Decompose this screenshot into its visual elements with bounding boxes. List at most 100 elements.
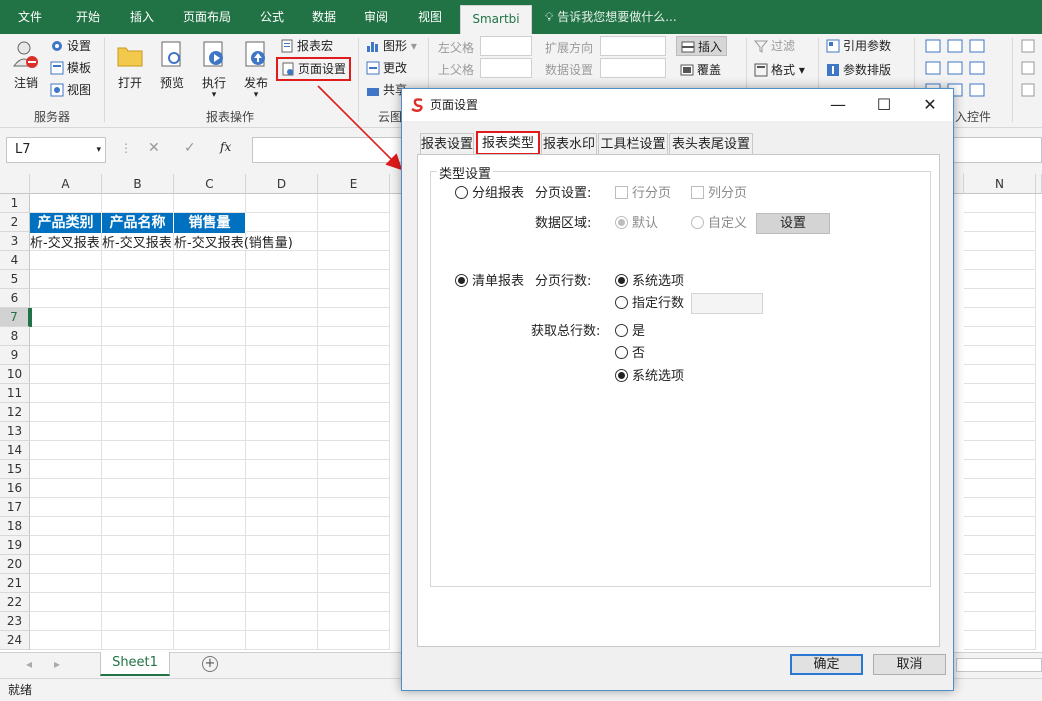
- grid-cell[interactable]: [246, 536, 318, 555]
- grid-cell[interactable]: [102, 327, 174, 346]
- row-header[interactable]: 16: [0, 479, 30, 498]
- grid-cell[interactable]: [174, 479, 246, 498]
- view-button[interactable]: 视图: [50, 80, 91, 100]
- tab-review[interactable]: 审阅: [350, 0, 402, 34]
- select-all-corner[interactable]: [0, 174, 30, 194]
- ok-button[interactable]: 确定: [790, 654, 863, 675]
- grid-cell[interactable]: [318, 460, 390, 479]
- tab-insert[interactable]: 插入: [116, 0, 168, 34]
- row-header[interactable]: 18: [0, 517, 30, 536]
- tab-header-footer[interactable]: 表头表尾设置: [669, 133, 753, 155]
- grid-cell[interactable]: [174, 327, 246, 346]
- grid-cell[interactable]: [30, 498, 102, 517]
- grid-cell[interactable]: [174, 631, 246, 650]
- grid-cell[interactable]: [30, 251, 102, 270]
- grid-cell[interactable]: [964, 327, 1036, 346]
- grid-cell[interactable]: [318, 327, 390, 346]
- grid-cell[interactable]: [964, 289, 1036, 308]
- grid-cell[interactable]: [102, 194, 174, 213]
- grid-cell[interactable]: [30, 593, 102, 612]
- tab-page-layout[interactable]: 页面布局: [168, 0, 246, 34]
- tab-data[interactable]: 数据: [298, 0, 350, 34]
- column-header[interactable]: B: [102, 174, 174, 194]
- grid-cell[interactable]: [102, 251, 174, 270]
- insert-function-icon[interactable]: fx: [220, 140, 231, 154]
- radio-group-report[interactable]: 分组报表: [455, 186, 524, 202]
- header-cell-sales[interactable]: 销售量: [174, 213, 246, 233]
- grid-cell[interactable]: [30, 631, 102, 650]
- grid-cell[interactable]: [964, 213, 1036, 232]
- grid-cell[interactable]: [246, 441, 318, 460]
- grid-cell[interactable]: [318, 346, 390, 365]
- grid-cell[interactable]: [246, 327, 318, 346]
- grid-cell[interactable]: [964, 232, 1036, 251]
- confirm-check-icon[interactable]: ✓: [184, 140, 196, 156]
- tab-file[interactable]: 文件: [0, 0, 60, 34]
- row-header[interactable]: 9: [0, 346, 30, 365]
- tell-me-search[interactable]: 💡︎ 告诉我您想要做什么...: [545, 0, 677, 34]
- grid-cell[interactable]: [30, 346, 102, 365]
- cancel-button[interactable]: 取消: [873, 654, 946, 675]
- row-header[interactable]: 8: [0, 327, 30, 346]
- grid-cell[interactable]: [964, 270, 1036, 289]
- grid-cell[interactable]: [174, 308, 246, 327]
- radio-list-report[interactable]: 清单报表: [455, 274, 524, 290]
- grid-cell[interactable]: [318, 479, 390, 498]
- grid-cell[interactable]: [30, 612, 102, 631]
- grid-cell[interactable]: [174, 460, 246, 479]
- column-header[interactable]: A: [30, 174, 102, 194]
- sheet-tab-sheet1[interactable]: Sheet1: [100, 652, 170, 676]
- row-header[interactable]: 21: [0, 574, 30, 593]
- grid-cell[interactable]: [964, 555, 1036, 574]
- grid-cell[interactable]: [246, 403, 318, 422]
- name-box[interactable]: L7 ▾: [6, 137, 106, 163]
- grid-cell[interactable]: [964, 346, 1036, 365]
- grid-cell[interactable]: [246, 308, 318, 327]
- page-setup-button[interactable]: 页面设置: [276, 57, 352, 81]
- grid-cell[interactable]: [246, 498, 318, 517]
- row-header[interactable]: 13: [0, 422, 30, 441]
- expand-direction-select[interactable]: [600, 36, 666, 56]
- insert-button[interactable]: 插入: [676, 36, 728, 56]
- grid-cell[interactable]: [174, 441, 246, 460]
- change-button[interactable]: 更改: [366, 58, 407, 78]
- checkbox-col-paging[interactable]: 列分页: [691, 186, 747, 202]
- grid-cell[interactable]: [964, 403, 1036, 422]
- grid-cell[interactable]: [318, 365, 390, 384]
- grid-cell[interactable]: [318, 612, 390, 631]
- row-header[interactable]: 7: [0, 308, 30, 327]
- row-header[interactable]: 22: [0, 593, 30, 612]
- grid-cell[interactable]: [964, 384, 1036, 403]
- extra-icons[interactable]: [1020, 38, 1038, 102]
- grid-cell[interactable]: [30, 308, 102, 327]
- row-header[interactable]: 11: [0, 384, 30, 403]
- tab-smartbi[interactable]: Smartbi: [460, 5, 532, 34]
- row-header[interactable]: 23: [0, 612, 30, 631]
- grid-cell[interactable]: [318, 251, 390, 270]
- grid-cell[interactable]: [318, 308, 390, 327]
- grid-cell[interactable]: [246, 270, 318, 289]
- grid-cell[interactable]: [102, 612, 174, 631]
- grid-cell[interactable]: [102, 346, 174, 365]
- data-area-set-button[interactable]: 设置: [756, 213, 830, 234]
- grid-cell[interactable]: [318, 213, 390, 232]
- grid-cell[interactable]: [964, 574, 1036, 593]
- grid-cell[interactable]: [318, 194, 390, 213]
- cell-a3[interactable]: 析-交叉报表: [30, 234, 102, 253]
- row-header[interactable]: 5: [0, 270, 30, 289]
- grid-cell[interactable]: [30, 384, 102, 403]
- grid-cell[interactable]: [174, 574, 246, 593]
- chart-button[interactable]: 图形 ▾: [366, 36, 417, 56]
- grid-cell[interactable]: [246, 517, 318, 536]
- row-header[interactable]: 1: [0, 194, 30, 213]
- horizontal-scrollbar[interactable]: [956, 658, 1042, 672]
- grid-cell[interactable]: [318, 593, 390, 612]
- column-header[interactable]: D: [246, 174, 318, 194]
- checkbox-row-paging[interactable]: 行分页: [615, 186, 671, 202]
- radio-system-option[interactable]: 系统选项: [615, 274, 684, 290]
- grid-cell[interactable]: [318, 422, 390, 441]
- grid-cell[interactable]: [964, 612, 1036, 631]
- radio-yes[interactable]: 是: [615, 324, 645, 340]
- grid-cell[interactable]: [102, 270, 174, 289]
- add-sheet-icon[interactable]: +: [202, 656, 218, 672]
